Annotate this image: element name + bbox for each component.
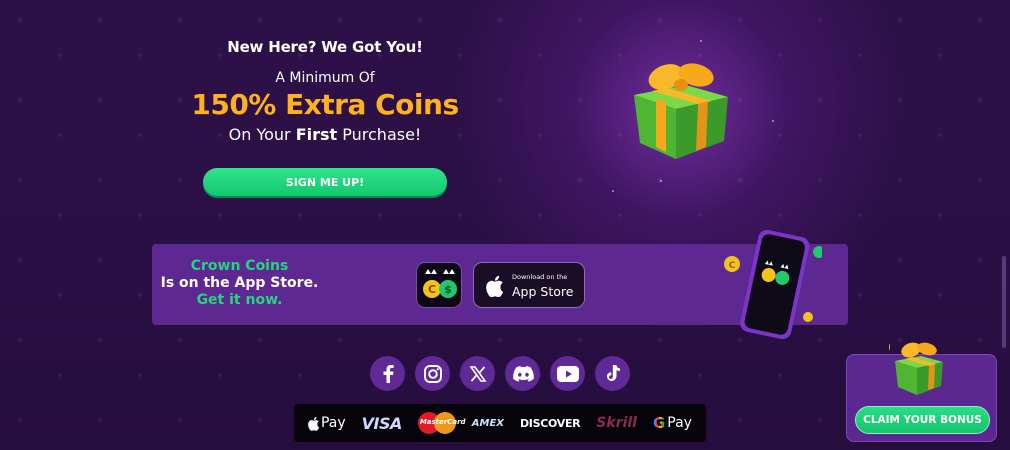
app-store-button[interactable]: Download on the App Store: [473, 262, 585, 308]
svg-text:C: C: [729, 261, 736, 271]
svg-text:$: $: [444, 283, 452, 296]
discover-logo: DISCOVER: [519, 416, 581, 430]
hero-purchase-text: On Your First Purchase!: [150, 125, 500, 144]
instagram-icon[interactable]: [415, 356, 450, 391]
facebook-icon[interactable]: [370, 356, 405, 391]
app-banner-subtitle: Is on the App Store.: [160, 275, 319, 291]
sparkle: [700, 40, 702, 42]
gift-box-icon: [889, 342, 943, 395]
social-links: [370, 356, 630, 391]
phone-illustration: C: [724, 229, 822, 340]
google-g-icon: G: [652, 414, 666, 432]
youtube-icon[interactable]: [550, 356, 585, 391]
sparkle: [772, 120, 774, 122]
sparkle: [660, 180, 662, 182]
hero-offer-text: 150% Extra Coins: [191, 88, 459, 121]
google-pay-text: Pay: [667, 415, 692, 431]
app-banner-cta: Get it now.: [196, 292, 283, 308]
scrollbar[interactable]: [1002, 256, 1006, 348]
payment-methods: Pay VISA MasterCard AMEX DISCOVER Skrill…: [294, 404, 706, 442]
hero-minimum-text: A Minimum Of: [275, 70, 375, 86]
apple-icon: [486, 275, 504, 297]
sparkle: [612, 190, 614, 192]
app-banner-text: Crown Coins Is on the App Store. Get it …: [152, 258, 327, 309]
hero-purchase-post: Purchase!: [337, 125, 422, 144]
app-banner-title: Crown Coins: [190, 258, 289, 274]
skrill-logo: Skrill: [596, 415, 637, 431]
hero-purchase-bold: First: [295, 125, 338, 144]
gift-box-icon: [634, 63, 728, 159]
amex-logo: AMEX: [471, 417, 504, 429]
bonus-widget: CLAIM YOUR BONUS: [846, 342, 997, 442]
hero-heading: New Here? We Got You!: [227, 38, 423, 56]
visa-logo: VISA: [361, 413, 403, 433]
discord-icon[interactable]: [505, 356, 540, 391]
apple-pay-logo: Pay: [308, 415, 346, 431]
svg-text:C: C: [428, 283, 436, 296]
store-button-caption: Download on the: [512, 273, 568, 281]
claim-bonus-button[interactable]: CLAIM YOUR BONUS: [855, 406, 990, 434]
tiktok-icon[interactable]: [595, 356, 630, 391]
google-pay-logo: G Pay: [653, 414, 692, 432]
hero-purchase-pre: On Your: [228, 125, 296, 144]
x-icon[interactable]: [460, 356, 495, 391]
promo-hero: New Here? We Got You! A Minimum Of 150% …: [150, 38, 500, 196]
app-logo-icon[interactable]: C $: [416, 262, 462, 308]
mastercard-text: MasterCard: [419, 418, 466, 426]
mastercard-logo: MasterCard: [417, 411, 466, 435]
sign-up-button[interactable]: SIGN ME UP!: [203, 168, 447, 196]
apple-icon: [308, 416, 320, 431]
store-button-label: App Store: [512, 284, 574, 299]
apple-pay-text: Pay: [320, 415, 346, 431]
